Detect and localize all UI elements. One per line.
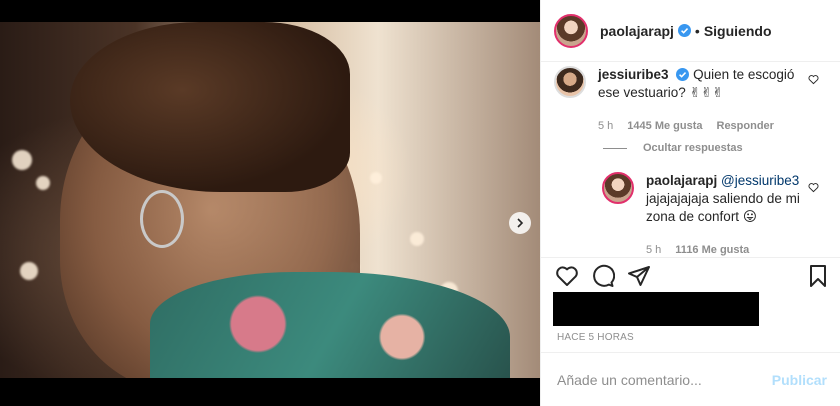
verified-icon bbox=[676, 68, 690, 81]
reply-mention[interactable]: @jessiuribe3 bbox=[721, 173, 799, 188]
bokeh-light bbox=[36, 176, 50, 190]
like-reply-heart-icon[interactable] bbox=[808, 182, 819, 193]
author-avatar[interactable] bbox=[554, 13, 588, 48]
post-header: paolajarapj • Siguiendo bbox=[541, 0, 840, 62]
hide-replies-label: Ocultar respuestas bbox=[643, 142, 743, 154]
reply-item: paolajarapj @jessiuribe3 jajajajajaja sa… bbox=[602, 172, 816, 257]
reply-body: paolajarapj @jessiuribe3 jajajajajaja sa… bbox=[646, 172, 816, 257]
instagram-post-modal: paolajarapj • Siguiendo jessiuribe3 Quie… bbox=[0, 0, 840, 406]
photo-earring bbox=[140, 190, 184, 248]
hide-replies-toggle[interactable]: Ocultar respuestas bbox=[603, 142, 743, 154]
comment-input[interactable] bbox=[557, 371, 772, 388]
post-actions-bar bbox=[541, 257, 840, 293]
bookmark-icon[interactable] bbox=[806, 264, 830, 288]
media-background bbox=[0, 378, 540, 406]
comments-list: jessiuribe3 Quien te escogió ese vestuar… bbox=[541, 62, 840, 257]
carousel-next-button[interactable] bbox=[509, 212, 531, 234]
comment-author[interactable]: jessiuribe3 bbox=[598, 67, 669, 82]
chevron-right-icon bbox=[517, 218, 524, 228]
post-photo[interactable] bbox=[0, 22, 540, 378]
reply-author[interactable]: paolajarapj bbox=[646, 173, 717, 188]
comment-item: jessiuribe3 Quien te escogió ese vestuar… bbox=[554, 66, 818, 135]
comment-likes[interactable]: 1445 Me gusta bbox=[627, 117, 702, 135]
comment-meta: 5 h 1445 Me gusta Responder bbox=[598, 117, 818, 135]
heart-icon[interactable] bbox=[555, 264, 579, 288]
comment-body: jessiuribe3 Quien te escogió ese vestuar… bbox=[598, 66, 818, 135]
comment-icon[interactable] bbox=[591, 264, 615, 288]
comment-composer: Publicar bbox=[541, 352, 840, 406]
divider-line bbox=[603, 147, 627, 149]
reply-text: jajajajajaja saliendo de mi zona de conf… bbox=[646, 191, 800, 224]
verified-icon bbox=[677, 24, 691, 37]
share-icon[interactable] bbox=[627, 264, 651, 288]
bokeh-light bbox=[370, 172, 382, 184]
likes-summary-redacted bbox=[553, 292, 759, 326]
bokeh-light bbox=[410, 232, 424, 246]
like-comment-heart-icon[interactable] bbox=[808, 74, 819, 85]
reply-author-avatar[interactable] bbox=[602, 172, 634, 204]
commenter-avatar[interactable] bbox=[554, 66, 586, 98]
post-timestamp: HACE 5 HORAS bbox=[557, 332, 634, 343]
post-details-panel: paolajarapj • Siguiendo jessiuribe3 Quie… bbox=[540, 0, 840, 406]
bokeh-light bbox=[12, 150, 32, 170]
bokeh-light bbox=[20, 262, 38, 280]
comment-age: 5 h bbox=[598, 120, 614, 132]
publish-button[interactable]: Publicar bbox=[772, 372, 827, 388]
reply-button[interactable]: Responder bbox=[717, 117, 774, 135]
following-button[interactable]: Siguiendo bbox=[704, 23, 772, 39]
reply-age: 5 h bbox=[646, 244, 662, 256]
author-username[interactable]: paolajarapj bbox=[600, 23, 674, 39]
header-separator: • bbox=[694, 22, 700, 39]
reply-meta: 5 h 1116 Me gusta bbox=[646, 241, 816, 257]
reply-likes[interactable]: 1116 Me gusta bbox=[675, 241, 749, 257]
